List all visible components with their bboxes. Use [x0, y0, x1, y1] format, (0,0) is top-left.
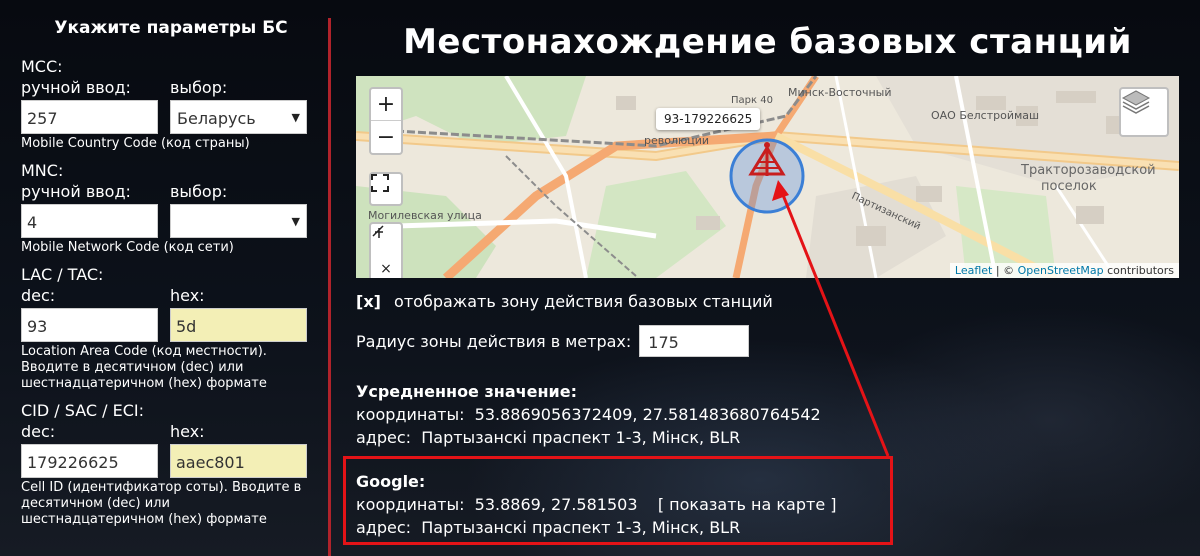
average-coords: 53.8869056372409, 27.581483680764542	[474, 405, 821, 424]
lac-label: LAC / TAC:	[21, 265, 104, 284]
cid-dec-label: dec:	[21, 422, 56, 441]
cid-hint: Cell ID (идентификатор соты). Вводите в …	[21, 480, 302, 527]
google-block: Google: координаты: 53.8869, 27.581503 […	[356, 470, 837, 539]
mcc-select-label: выбор:	[170, 78, 228, 97]
lac-hint: Location Area Code (код местности). Ввод…	[21, 344, 267, 391]
zoom-in-button[interactable]: +	[371, 89, 401, 121]
average-coords-row: координаты: 53.8869056372409, 27.5814836…	[356, 405, 821, 424]
google-coords: 53.8869, 27.581503	[474, 495, 638, 514]
draw-toolbar: ×	[369, 222, 403, 278]
mcc-input[interactable]: 257	[21, 100, 158, 134]
mnc-input[interactable]: 4	[21, 204, 158, 238]
google-address: Партызанскі праспект 1-3, Мінск, BLR	[421, 518, 741, 537]
mnc-hint: Mobile Network Code (код сети)	[21, 240, 234, 255]
cid-hex-input[interactable]: aaec801	[170, 444, 307, 478]
map-label-revolution: революции	[644, 134, 709, 147]
mcc-hint: Mobile Country Code (код страны)	[21, 136, 250, 151]
map-label-park: Парк 40	[731, 95, 773, 106]
sidebar: Укажите параметры БС MCC: ручной ввод: в…	[0, 0, 322, 556]
map-attribution: Leaflet | © OpenStreetMap contributors	[949, 263, 1179, 278]
map-label-station: Минск-Восточный	[788, 86, 891, 99]
sidebar-title: Укажите параметры БС	[54, 18, 288, 38]
lac-hex-input[interactable]: 5d	[170, 308, 307, 342]
mnc-network-select[interactable]: ▼	[170, 204, 307, 238]
cid-group: CID / SAC / ECI: dec: hex: 179226625 aae…	[21, 402, 322, 528]
radius-label: Радиус зоны действия в метрах:	[356, 331, 632, 351]
google-address-row: адрес: Партызанскі праспект 1-3, Мінск, …	[356, 518, 741, 537]
cid-label: CID / SAC / ECI:	[21, 401, 145, 420]
average-address-row: адрес: Партызанскі праспект 1-3, Мінск, …	[356, 428, 741, 447]
marker-tooltip: 93-179226625	[656, 108, 761, 130]
leaflet-link[interactable]: Leaflet	[955, 264, 992, 277]
cid-hex-label: hex:	[170, 422, 205, 441]
caret-down-icon: ▼	[291, 215, 300, 228]
zone-toggle[interactable]: [x] отображать зону действия базовых ста…	[356, 292, 773, 311]
lac-dec-input[interactable]: 93	[21, 308, 158, 342]
cid-dec-input[interactable]: 179226625	[21, 444, 158, 478]
mnc-label: MNC:	[21, 161, 64, 180]
map-tiles: Парк 40 Минск-Восточный революции ОАО Бе…	[356, 76, 1179, 278]
mnc-select-label: выбор:	[170, 182, 228, 201]
osm-link[interactable]: OpenStreetMap	[1018, 264, 1104, 277]
radius-input[interactable]: 175	[639, 325, 750, 357]
draw-polyline-button[interactable]	[371, 224, 401, 254]
google-coords-row: координаты: 53.8869, 27.581503 [ показат…	[356, 495, 837, 514]
mnc-group: MNC: ручной ввод: выбор: 4 ▼ Mobile Netw…	[21, 162, 322, 256]
map-label-district2: поселок	[1041, 179, 1097, 194]
average-address: Партызанскі праспект 1-3, Мінск, BLR	[421, 428, 741, 447]
mnc-manual-label: ручной ввод:	[21, 182, 131, 201]
caret-down-icon: ▼	[291, 111, 300, 124]
close-icon: ×	[380, 261, 392, 277]
show-on-map-link[interactable]: [ показать на карте ]	[658, 495, 837, 514]
sidebar-divider	[328, 18, 331, 556]
mcc-select-value: Беларусь	[177, 109, 256, 128]
lac-hex-label: hex:	[170, 286, 205, 305]
map-label-street1: Могилевская улица	[368, 209, 482, 222]
radius-row: Радиус зоны действия в метрах: 175	[356, 325, 750, 357]
ruler-icon	[372, 225, 384, 238]
average-heading: Усредненное значение:	[356, 382, 577, 401]
map-label-company: ОАО Белстроймаш	[931, 109, 1039, 122]
mcc-label: MCC:	[21, 57, 63, 76]
fullscreen-button[interactable]	[369, 172, 403, 206]
google-heading: Google:	[356, 472, 426, 491]
layers-button[interactable]	[1119, 87, 1169, 137]
mcc-country-select[interactable]: Беларусь ▼	[170, 100, 307, 134]
layers-icon	[1121, 90, 1151, 114]
zone-toggle-checkbox[interactable]: [x]	[356, 292, 381, 311]
map[interactable]: Парк 40 Минск-Восточный революции ОАО Бе…	[356, 76, 1179, 278]
zoom-control: + −	[369, 87, 403, 155]
mcc-group: MCC: ручной ввод: выбор: 257 Беларусь ▼ …	[21, 58, 322, 152]
average-block: Усредненное значение: координаты: 53.886…	[356, 380, 821, 449]
map-label-district1: Тракторозаводской	[1020, 163, 1156, 178]
page-title: Местонахождение базовых станций	[403, 22, 1132, 62]
zone-toggle-label: отображать зону действия базовых станций	[394, 292, 773, 311]
lac-group: LAC / TAC: dec: hex: 93 5d Location Area…	[21, 266, 322, 392]
mcc-manual-label: ручной ввод:	[21, 78, 131, 97]
lac-dec-label: dec:	[21, 286, 56, 305]
zoom-out-button[interactable]: −	[371, 121, 401, 153]
fullscreen-icon	[371, 174, 389, 192]
clear-button[interactable]: ×	[371, 254, 401, 278]
